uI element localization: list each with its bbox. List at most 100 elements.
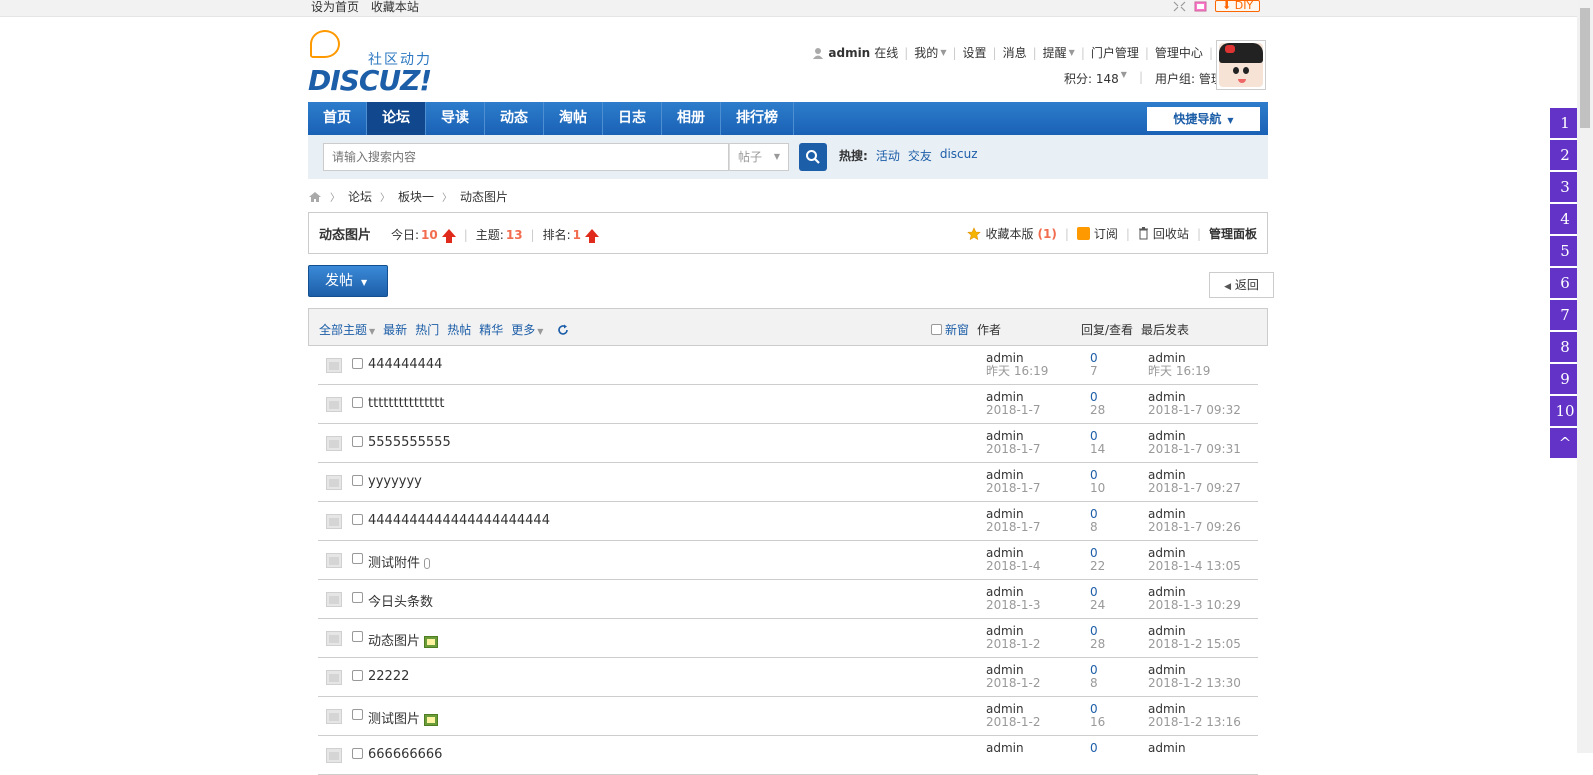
- page-jump-button[interactable]: 8: [1550, 332, 1580, 362]
- thread-checkbox[interactable]: [352, 436, 363, 447]
- thread-row[interactable]: 5555555555 admin 2018-1-7 0 14 admin 2018-1-7 …: [318, 424, 1258, 463]
- last-post-time[interactable]: 2018-1-7 09:26: [1148, 521, 1241, 534]
- page-jump-button[interactable]: 2: [1550, 140, 1580, 170]
- last-post-time[interactable]: 2018-1-7 09:27: [1148, 482, 1241, 495]
- filter-more[interactable]: 更多 ▼: [511, 321, 543, 338]
- page-jump-button[interactable]: 5: [1550, 236, 1580, 266]
- page-jump-button[interactable]: 10: [1550, 396, 1580, 426]
- thread-row[interactable]: 测试图片 admin 2018-1-2 0 16 admin 2018-1-2 13:16: [318, 697, 1258, 736]
- thread-title[interactable]: ttttttttttttttt: [368, 396, 444, 411]
- new-post-button[interactable]: 发帖 ▼: [308, 265, 388, 297]
- thread-row[interactable]: yyyyyyy admin 2018-1-7 0 10 admin 2018-1-7 09:…: [318, 463, 1258, 502]
- breadcrumb-forum[interactable]: 论坛: [348, 188, 372, 205]
- folder-icon[interactable]: [326, 748, 342, 763]
- filter-digest[interactable]: 精华: [479, 321, 503, 338]
- nav-item-collection[interactable]: 淘帖: [544, 102, 603, 135]
- thread-row[interactable]: 22222 admin 2018-1-2 0 8 admin 2018-1-2 13:30: [318, 658, 1258, 697]
- favorite-forum-button[interactable]: 收藏本版: [985, 225, 1033, 242]
- folder-icon[interactable]: [326, 436, 342, 451]
- thread-title[interactable]: 4444444444444444444444: [368, 513, 550, 528]
- online-status[interactable]: 在线: [874, 44, 898, 61]
- forum-name[interactable]: 动态图片: [319, 224, 371, 243]
- nav-admin-center[interactable]: 管理中心: [1155, 44, 1203, 61]
- thread-title[interactable]: 22222: [368, 669, 409, 684]
- thread-checkbox[interactable]: [352, 592, 363, 603]
- nav-messages[interactable]: 消息: [1003, 44, 1027, 61]
- thread-title[interactable]: 666666666: [368, 747, 442, 762]
- last-post-time[interactable]: 昨天 16:19: [1148, 365, 1210, 378]
- folder-icon[interactable]: [326, 514, 342, 529]
- thread-row[interactable]: 666666666 admin 0 admin: [318, 736, 1258, 775]
- search-input[interactable]: [323, 143, 729, 171]
- home-icon[interactable]: [308, 191, 322, 203]
- new-window-checkbox[interactable]: [931, 324, 942, 335]
- last-post-time[interactable]: 2018-1-2 15:05: [1148, 638, 1241, 651]
- style-icon[interactable]: [1194, 1, 1207, 12]
- thread-checkbox[interactable]: [352, 670, 363, 681]
- folder-icon[interactable]: [326, 709, 342, 724]
- last-post-time[interactable]: 2018-1-4 13:05: [1148, 560, 1241, 573]
- thread-title[interactable]: 动态图片: [368, 634, 420, 649]
- nav-item-feed[interactable]: 动态: [485, 102, 544, 135]
- breadcrumb-current[interactable]: 动态图片: [460, 188, 508, 205]
- thread-checkbox[interactable]: [352, 358, 363, 369]
- hot-keyword[interactable]: discuz: [940, 147, 978, 164]
- filter-hot[interactable]: 热门: [415, 321, 439, 338]
- thread-checkbox[interactable]: [352, 748, 363, 759]
- thread-title[interactable]: 测试图片: [368, 712, 420, 727]
- thread-title[interactable]: 测试附件: [368, 556, 420, 571]
- nav-item-forum[interactable]: 论坛: [367, 102, 426, 135]
- page-jump-button[interactable]: 9: [1550, 364, 1580, 394]
- refresh-icon[interactable]: [557, 324, 569, 336]
- manage-panel-button[interactable]: 管理面板: [1209, 225, 1257, 242]
- page-jump-button[interactable]: 3: [1550, 172, 1580, 202]
- last-post-time[interactable]: 2018-1-2 13:16: [1148, 716, 1241, 729]
- thread-checkbox[interactable]: [352, 709, 363, 720]
- filter-latest[interactable]: 最新: [383, 321, 407, 338]
- thread-row[interactable]: 4444444444444444444444 admin 2018-1-7 0 8 adm…: [318, 502, 1258, 541]
- last-post-time[interactable]: 2018-1-3 10:29: [1148, 599, 1241, 612]
- fullscreen-icon[interactable]: [1173, 1, 1186, 12]
- username[interactable]: admin: [828, 46, 870, 60]
- hot-keyword[interactable]: 交友: [908, 147, 932, 164]
- back-button[interactable]: ◀ 返回: [1209, 272, 1274, 298]
- nav-settings[interactable]: 设置: [963, 44, 987, 61]
- folder-icon[interactable]: [326, 358, 342, 373]
- hot-keyword[interactable]: 活动: [876, 147, 900, 164]
- thread-row[interactable]: 测试附件 admin 2018-1-4 0 22 admin 2018-1-4 13:05: [318, 541, 1258, 580]
- thread-row[interactable]: 今日头条数 admin 2018-1-3 0 24 admin 2018-1-3 10:29: [318, 580, 1258, 619]
- thread-checkbox[interactable]: [352, 631, 363, 642]
- new-window-toggle[interactable]: 新窗: [931, 321, 969, 338]
- folder-icon[interactable]: [326, 553, 342, 568]
- thread-row[interactable]: ttttttttttttttt admin 2018-1-7 0 28 admin 2018…: [318, 385, 1258, 424]
- last-post-time[interactable]: 2018-1-2 13:30: [1148, 677, 1241, 690]
- thread-title[interactable]: 5555555555: [368, 435, 451, 450]
- thread-title[interactable]: 444444444: [368, 357, 442, 372]
- favorite-site-link[interactable]: 收藏本站: [371, 0, 419, 14]
- thread-checkbox[interactable]: [352, 475, 363, 486]
- folder-icon[interactable]: [326, 475, 342, 490]
- thread-row[interactable]: 444444444 admin 昨天 16:19 0 7 admin 昨天 16:19: [318, 346, 1258, 385]
- diy-button[interactable]: ⬇ DIY: [1215, 0, 1261, 12]
- back-to-top-button[interactable]: ^: [1550, 428, 1580, 458]
- avatar[interactable]: [1216, 40, 1266, 90]
- vertical-scrollbar[interactable]: [1577, 0, 1593, 753]
- nav-my[interactable]: 我的: [914, 44, 938, 61]
- subscribe-button[interactable]: 订阅: [1094, 225, 1118, 242]
- set-home-link[interactable]: 设为首页: [311, 0, 359, 14]
- scrollbar-thumb[interactable]: [1580, 8, 1590, 128]
- page-jump-button[interactable]: 1: [1550, 108, 1580, 138]
- thread-checkbox[interactable]: [352, 553, 363, 564]
- last-poster[interactable]: admin: [1148, 742, 1186, 755]
- folder-icon[interactable]: [326, 631, 342, 646]
- folder-icon[interactable]: [326, 670, 342, 685]
- page-jump-button[interactable]: 4: [1550, 204, 1580, 234]
- folder-icon[interactable]: [326, 397, 342, 412]
- nav-notifications[interactable]: 提醒: [1043, 44, 1067, 61]
- search-type-select[interactable]: 帖子 ▼: [729, 143, 789, 171]
- thread-checkbox[interactable]: [352, 514, 363, 525]
- search-button[interactable]: [799, 143, 827, 171]
- recycle-bin-button[interactable]: 回收站: [1153, 225, 1189, 242]
- thread-row[interactable]: 动态图片 admin 2018-1-2 0 28 admin 2018-1-2 15:05: [318, 619, 1258, 658]
- nav-portal-admin[interactable]: 门户管理: [1091, 44, 1139, 61]
